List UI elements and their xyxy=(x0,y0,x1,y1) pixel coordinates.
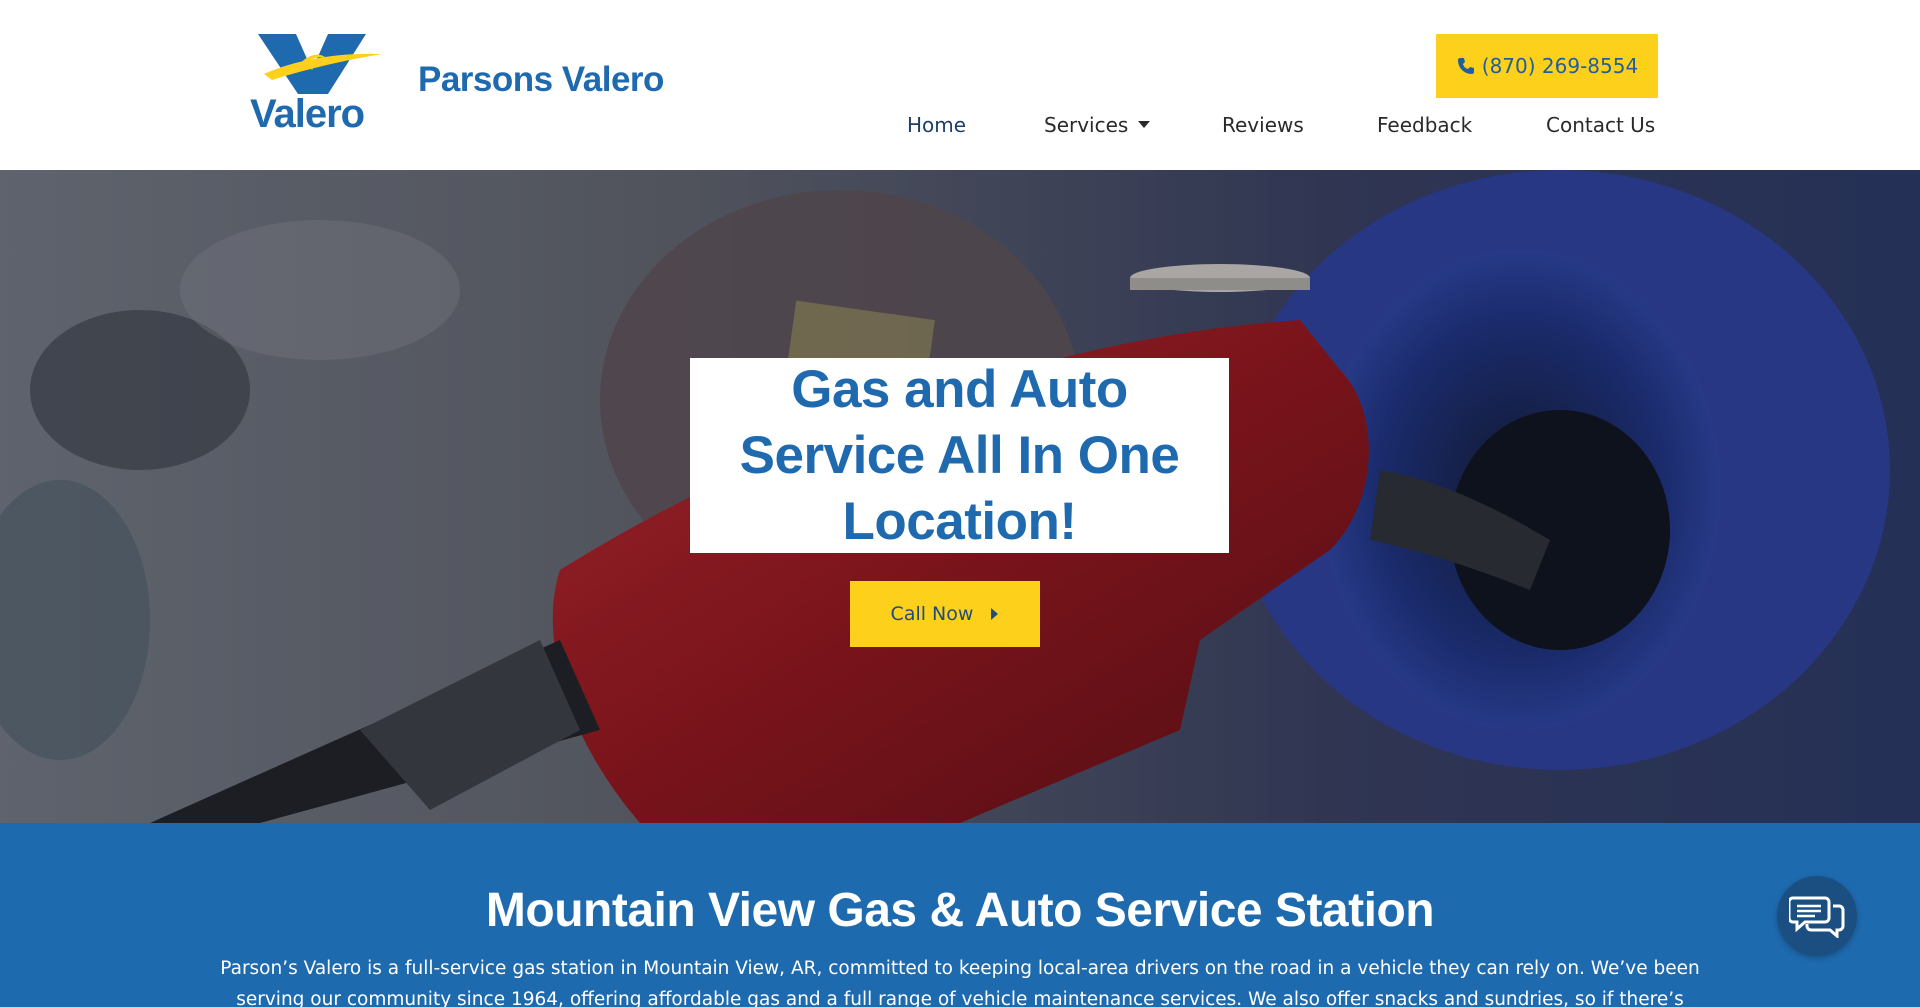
phone-icon xyxy=(1456,56,1476,76)
nav-services-label: Services xyxy=(1044,113,1129,137)
nav-contact-us-label: Contact Us xyxy=(1546,113,1656,137)
nav-reviews-label: Reviews xyxy=(1222,113,1304,137)
intro-paragraph: Parson’s Valero is a full-service gas st… xyxy=(220,958,1700,1007)
nav-services[interactable]: Services xyxy=(1044,113,1151,137)
caret-down-icon xyxy=(1138,121,1151,129)
caret-right-icon xyxy=(991,608,999,620)
nav-feedback[interactable]: Feedback xyxy=(1377,113,1472,137)
phone-button[interactable]: (870) 269-8554 xyxy=(1436,34,1658,98)
call-now-label: Call Now xyxy=(890,603,974,625)
hero-section: Gas and Auto Service All In One Location… xyxy=(0,170,1920,823)
phone-number: (870) 269-8554 xyxy=(1481,54,1639,78)
call-now-button[interactable]: Call Now xyxy=(850,581,1040,647)
hero-title-box: Gas and Auto Service All In One Location… xyxy=(690,358,1229,553)
intro-heading: Mountain View Gas & Auto Service Station xyxy=(485,884,1435,937)
site-name[interactable]: Parsons Valero xyxy=(418,60,664,100)
nav-contact-us[interactable]: Contact Us xyxy=(1546,113,1655,137)
main-nav: Home Services Reviews Feedback Contact U… xyxy=(0,113,1920,139)
nav-home[interactable]: Home xyxy=(907,113,966,137)
intro-section: Mountain View Gas & Auto Service Station… xyxy=(0,823,1920,1007)
site-header: Valero Parsons Valero (870) 269-8554 Hom… xyxy=(0,0,1920,170)
chat-widget-button[interactable] xyxy=(1777,876,1857,956)
nav-feedback-label: Feedback xyxy=(1377,113,1473,137)
hero-title: Gas and Auto Service All In One Location… xyxy=(739,359,1180,551)
nav-reviews[interactable]: Reviews xyxy=(1222,113,1304,137)
chat-icon xyxy=(1789,894,1845,938)
nav-home-label: Home xyxy=(907,113,967,137)
